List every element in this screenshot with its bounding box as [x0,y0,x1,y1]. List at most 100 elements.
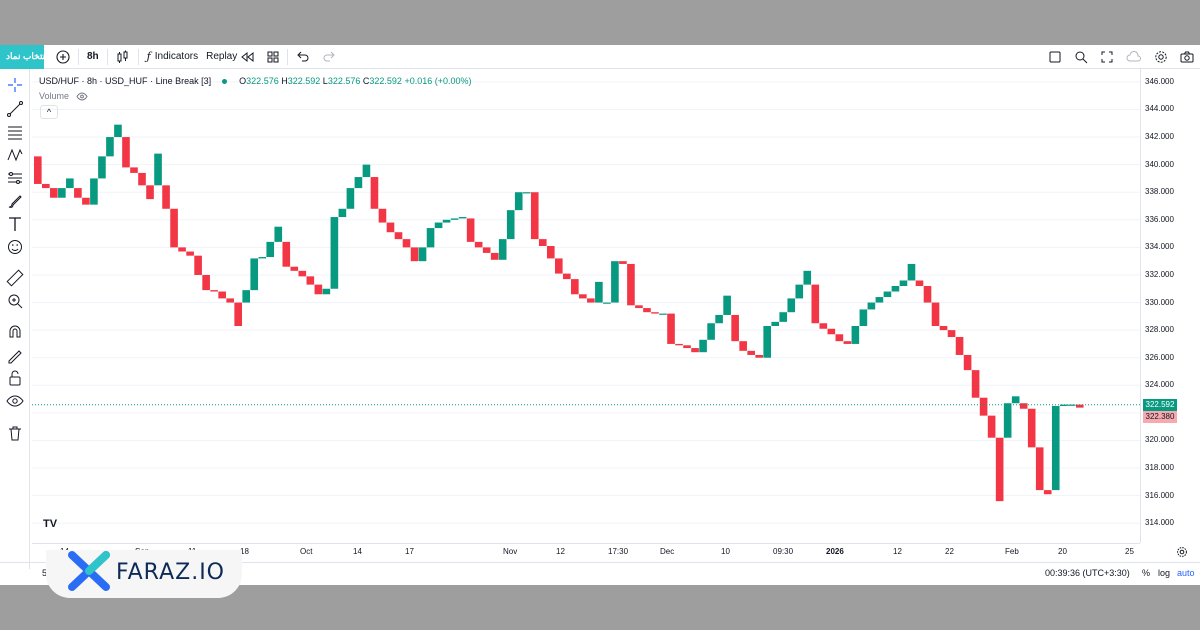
collapse-legend-button[interactable]: ^ [40,105,58,119]
indicators-button[interactable]: ƒ Indicators [141,45,204,69]
close-value: 322.592 [369,76,402,86]
brick-up [506,210,515,240]
price-tick-label: 324.000 [1145,380,1174,390]
lock-icon[interactable] [6,369,24,387]
trash-icon[interactable] [6,424,24,442]
brick-up [899,280,908,287]
divider [137,48,139,65]
brick-down [571,279,579,295]
undo-button[interactable] [290,45,316,69]
brick-down [546,246,555,259]
brick-up [354,177,363,189]
symbol-search-button[interactable]: انتخاب نماد [0,44,44,69]
brick-up [362,164,371,178]
brick-down [226,298,234,303]
price-tick-label: 326.000 [1145,352,1174,362]
cloud-icon[interactable] [1126,50,1142,64]
pattern-icon[interactable] [6,146,24,164]
percent-toggle[interactable]: % [1142,568,1150,578]
time-tick-label: 25 [1125,547,1134,556]
brick-up [891,286,900,292]
brick-down [811,284,820,324]
redo-button[interactable] [316,45,342,69]
brick-down [410,247,419,262]
eye-icon[interactable] [6,392,24,410]
add-symbol-button[interactable] [50,45,76,69]
brick-up [338,208,347,218]
brick-up [659,313,667,315]
price-tick-label: 336.000 [1145,214,1174,224]
brick-up [66,178,74,189]
brick-down [731,314,739,342]
brick-down [386,222,395,233]
brick-down [643,308,651,313]
rewind-icon [241,51,254,62]
fib-retracement-icon[interactable] [6,123,24,141]
brick-down [394,232,403,240]
brick-down [923,286,932,303]
brick-up [851,325,860,344]
pencil-lock-icon[interactable] [6,346,24,364]
crosshair-icon[interactable] [6,76,24,94]
brick-down [1043,490,1052,495]
chart-type-button[interactable] [110,45,136,69]
divider [78,48,79,65]
brick-down [667,313,675,344]
fullscreen-box-icon[interactable] [1048,50,1062,64]
brick-down [939,325,948,331]
ruler-icon[interactable] [6,269,24,287]
volume-indicator-label[interactable]: Volume [39,91,88,101]
brick-down [50,188,58,198]
time-tick-label: 10 [721,547,730,556]
undo-icon [297,51,309,61]
chart-canvas[interactable] [32,69,1140,543]
zoom-in-icon[interactable] [6,292,24,310]
brick-down [218,291,226,299]
clock-timezone[interactable]: 00:39:36 (UTC+3:30) [1045,568,1130,578]
brick-up [330,217,339,289]
price-tick-label: 344.000 [1145,104,1174,114]
high-value: 322.592 [287,76,321,86]
trend-line-icon[interactable] [6,100,24,118]
forecast-icon[interactable] [6,169,24,187]
interval-button[interactable]: 8h [81,45,105,69]
brick-up [867,302,876,310]
magnet-icon[interactable] [6,323,24,341]
brick-down [290,266,299,271]
settings-gear-icon[interactable] [1154,50,1168,64]
brick-up [242,290,251,303]
log-toggle[interactable]: log [1158,568,1170,578]
expand-icon[interactable] [1100,50,1114,64]
brick-up [322,288,331,295]
time-tick-label: Nov [503,547,518,556]
volume-label: Volume [39,91,70,101]
axis-settings-gear-icon[interactable] [1176,546,1188,558]
brick-down [683,345,691,349]
brush-icon[interactable] [6,192,24,210]
price-tick-label: 316.000 [1145,490,1174,500]
brick-up [114,124,122,138]
legend-symbol[interactable]: USD/HUF [39,76,79,86]
brick-down [298,270,307,277]
brick-down [122,137,130,168]
brick-down [963,354,972,371]
brick-down [747,350,755,355]
eye-icon[interactable] [75,92,88,101]
camera-icon[interactable] [1180,50,1194,64]
brick-down [915,280,924,287]
price-axis[interactable]: 346.000 344.000 342.000 340.000 338.000 336.0… [1140,69,1200,543]
auto-scale-toggle[interactable]: auto [1177,568,1195,578]
emoji-icon[interactable] [6,238,24,256]
replay-button[interactable]: Replay [204,45,261,69]
layout-button[interactable] [261,45,285,69]
quick-search-icon[interactable] [1074,50,1088,64]
brick-up [907,263,916,281]
brick-up [699,339,707,353]
price-tick-label: 328.000 [1145,325,1174,335]
brick-down [186,251,194,256]
brick-up [346,188,355,209]
text-tool-icon[interactable] [6,215,24,233]
brick-down [675,343,683,346]
tradingview-logo: TV [43,518,58,530]
brick-down [755,354,763,358]
